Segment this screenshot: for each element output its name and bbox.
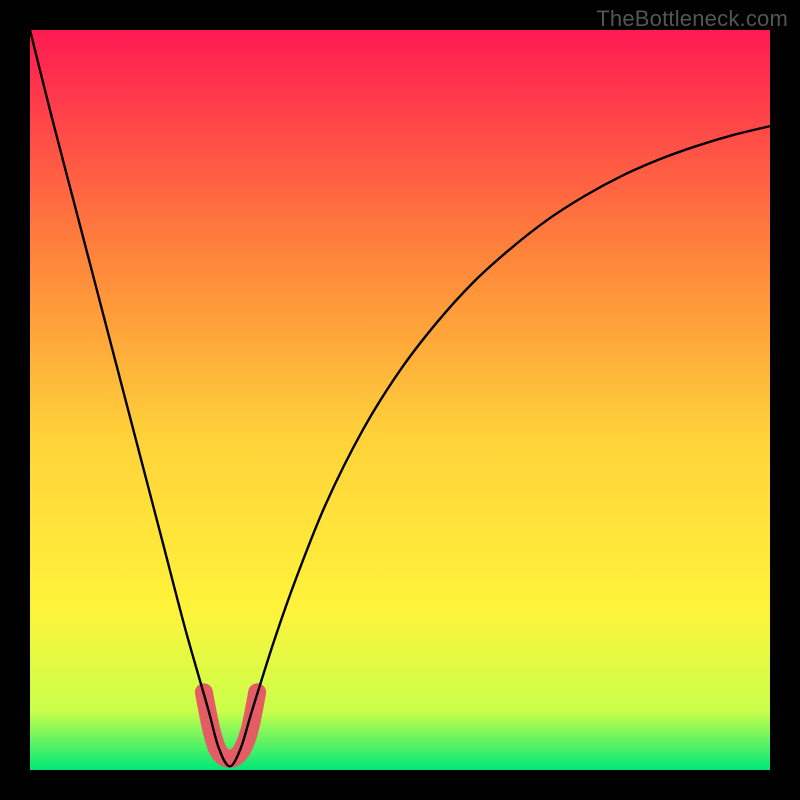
chart-frame: TheBottleneck.com (0, 0, 800, 800)
gradient-background (30, 30, 770, 770)
watermark-text: TheBottleneck.com (596, 6, 788, 32)
plot-area (30, 30, 770, 770)
chart-svg (30, 30, 770, 770)
